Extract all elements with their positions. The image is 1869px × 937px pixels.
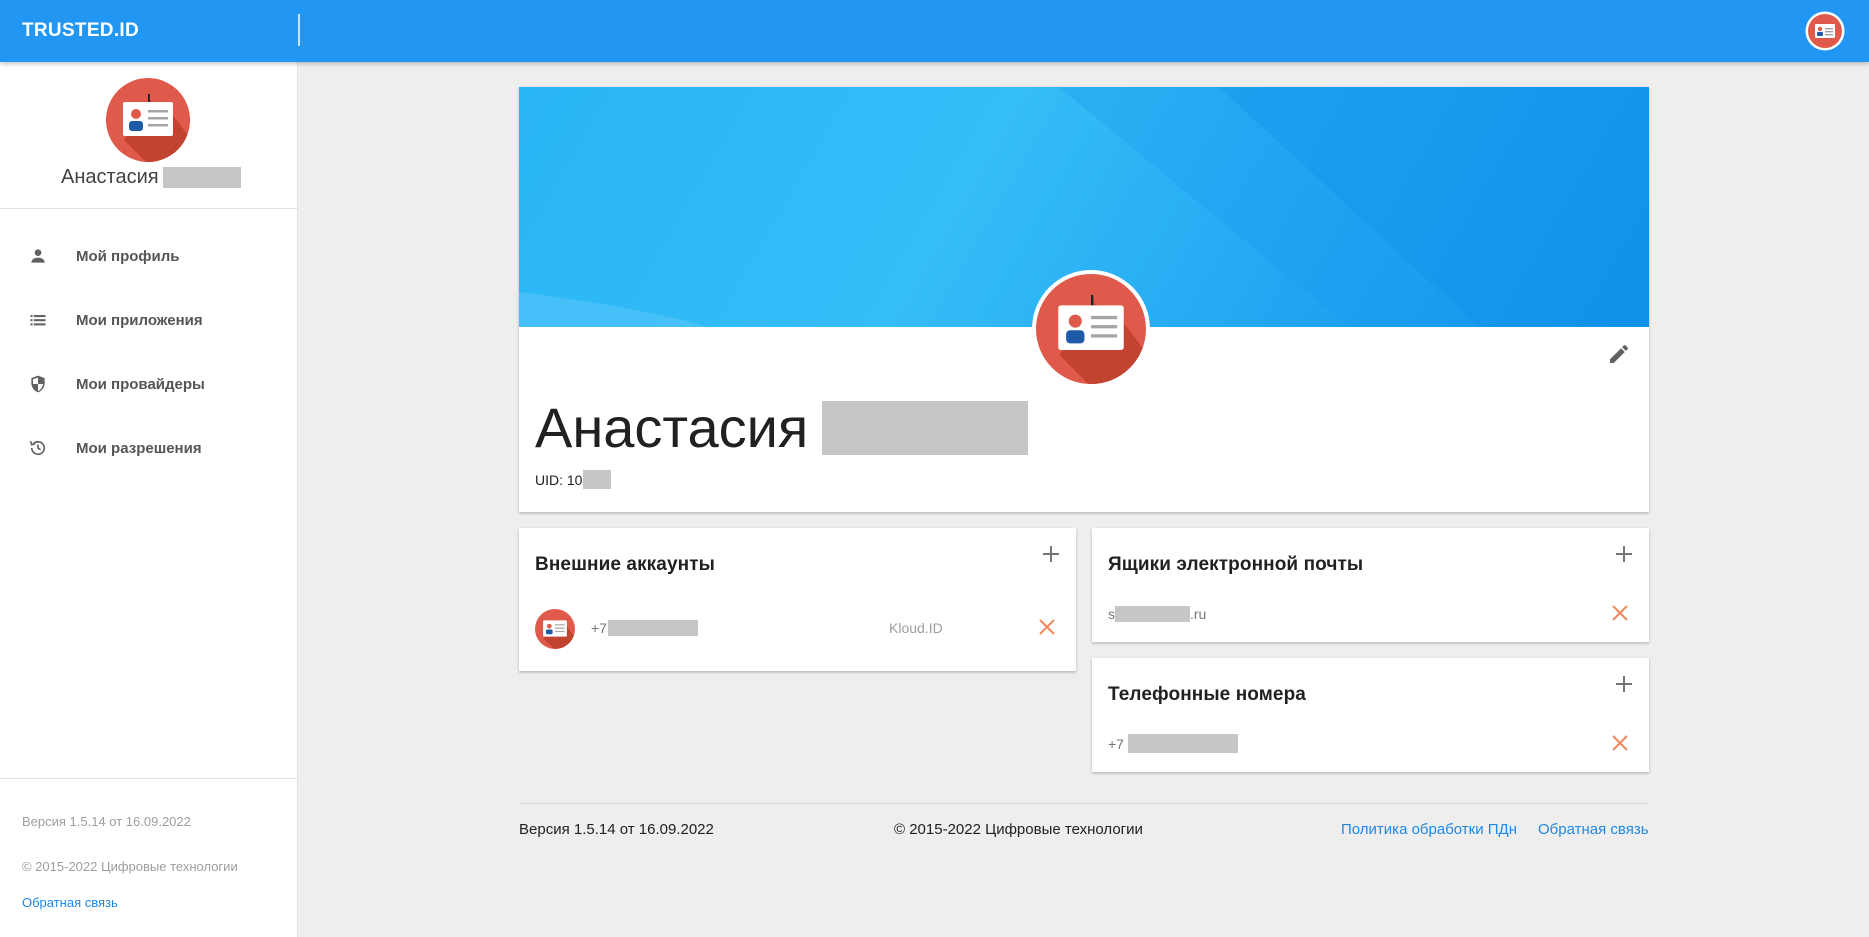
phone-numbers-title: Телефонные номера — [1108, 684, 1306, 705]
email-value: s .ru — [1108, 606, 1207, 622]
profile-name: Анастасия — [535, 400, 1029, 456]
footer-feedback-link[interactable]: Обратная связь — [1538, 821, 1649, 838]
external-accounts-card: Внешние аккаунты +7 Kloud.ID — [519, 528, 1076, 671]
shield-icon — [26, 372, 50, 396]
phone-numbers-card: Телефонные номера +7 — [1092, 658, 1649, 772]
sidebar-version: Версия 1.5.14 от 16.09.2022 — [22, 814, 191, 829]
remove-external-account-button[interactable] — [1037, 617, 1057, 637]
remove-email-button[interactable] — [1610, 603, 1630, 623]
sidebar-nav: Мой профиль Мои приложения Мои провайдер… — [0, 224, 297, 480]
brand-logo[interactable]: TRUSTED.ID — [22, 20, 139, 42]
profile-card: Анастасия UID: 10 — [519, 87, 1649, 512]
sidebar-item-profile[interactable]: Мой профиль — [0, 224, 297, 288]
email-boxes-title: Ящики электронной почты — [1108, 554, 1364, 575]
external-accounts-title: Внешние аккаунты — [535, 554, 715, 575]
top-app-bar: TRUSTED.ID — [0, 0, 1869, 62]
person-icon — [26, 244, 50, 268]
sidebar-avatar-icon — [106, 78, 190, 162]
add-phone-button[interactable] — [1613, 673, 1635, 695]
footer-copyright: © 2015-2022 Цифровые технологии — [894, 821, 1143, 838]
email-boxes-card: Ящики электронной почты s .ru — [1092, 528, 1649, 642]
sidebar: Анастасия Мой профиль Мои приложения Мои… — [0, 62, 298, 937]
profile-avatar[interactable] — [1032, 270, 1150, 388]
external-account-value: +7 — [591, 620, 698, 636]
account-avatar-icon — [535, 609, 575, 649]
external-account-provider: Kloud.ID — [889, 620, 943, 636]
profile-uid: UID: 10 — [535, 470, 612, 489]
phone-value: +7 — [1108, 734, 1238, 753]
user-avatar-icon[interactable] — [1805, 11, 1845, 51]
add-external-account-button[interactable] — [1040, 543, 1062, 565]
add-email-button[interactable] — [1613, 543, 1635, 565]
sidebar-item-providers[interactable]: Мои провайдеры — [0, 352, 297, 416]
sidebar-divider — [0, 208, 297, 209]
history-icon — [26, 436, 50, 460]
sidebar-copyright: © 2015-2022 Цифровые технологии — [22, 859, 238, 874]
redacted-surname — [822, 401, 1029, 455]
footer-version: Версия 1.5.14 от 16.09.2022 — [519, 821, 714, 838]
edit-icon[interactable] — [1607, 342, 1631, 366]
sidebar-item-permissions[interactable]: Мои разрешения — [0, 416, 297, 480]
redacted-uid — [583, 470, 612, 489]
redacted-phone — [607, 620, 698, 636]
sidebar-item-label: Мой профиль — [76, 247, 180, 265]
list-icon — [26, 308, 50, 332]
sidebar-item-label: Мои разрешения — [76, 439, 202, 457]
sidebar-user-name: Анастасия — [61, 166, 241, 189]
footer-divider — [519, 803, 1649, 804]
redacted-email — [1115, 606, 1190, 622]
redacted-phone — [1127, 734, 1238, 753]
sidebar-item-label: Мои приложения — [76, 311, 203, 329]
sidebar-footer-divider — [0, 778, 297, 779]
sidebar-item-label: Мои провайдеры — [76, 375, 205, 393]
sidebar-item-applications[interactable]: Мои приложения — [0, 288, 297, 352]
privacy-policy-link[interactable]: Политика обработки ПДн — [1341, 821, 1517, 838]
redacted-surname — [162, 167, 241, 188]
sidebar-feedback-link[interactable]: Обратная связь — [22, 895, 118, 910]
topbar-divider — [298, 14, 300, 46]
remove-phone-button[interactable] — [1610, 733, 1630, 753]
profile-avatar-icon — [1036, 274, 1146, 384]
